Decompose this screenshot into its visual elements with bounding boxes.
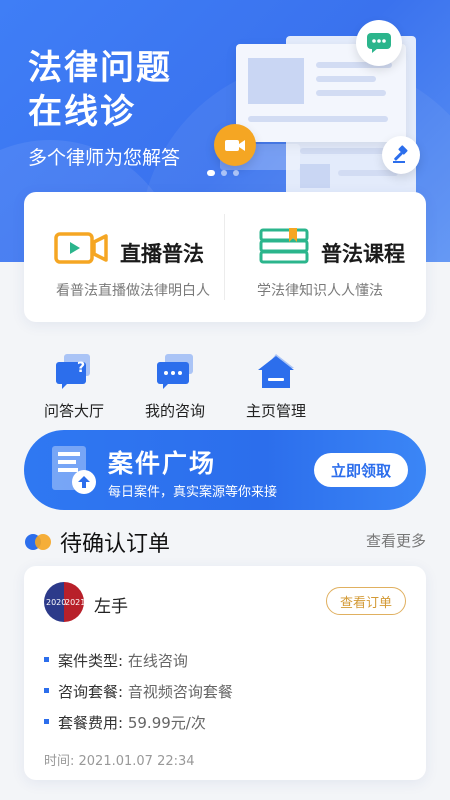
banner-subtitle: 每日案件，真实案源等你来接 xyxy=(108,485,278,500)
bullet-icon xyxy=(44,657,49,662)
gavel-icon xyxy=(382,136,420,174)
feature-law-course-title: 普法课程 xyxy=(321,242,405,266)
books-icon xyxy=(259,226,311,266)
view-more-link[interactable]: 查看更多 xyxy=(366,530,426,551)
hero-subtitle: 多个律师为您解答 xyxy=(28,147,181,169)
package-row: 咨询套餐: 音视频咨询套餐 xyxy=(44,681,233,702)
chat-bubbles-icon xyxy=(153,352,197,392)
pending-orders-header: 待确认订单 查看更多 xyxy=(24,526,426,558)
hero-title: 法律问题 在线诊 xyxy=(28,48,172,132)
feature-law-course[interactable]: 普法课程 学法律知识人人懂法 xyxy=(225,192,425,322)
document-icon xyxy=(48,442,100,498)
quick-action-label: 问答大厅 xyxy=(43,402,104,420)
feature-law-course-desc: 学法律知识人人懂法 xyxy=(257,283,383,299)
bullet-icon xyxy=(44,719,49,724)
section-title: 待确认订单 xyxy=(60,532,171,557)
feature-live-law[interactable]: 直播普法 看普法直播做法律明白人 xyxy=(24,192,224,322)
order-card[interactable]: 2020 2021 左手 查看订单 案件类型: 在线咨询 咨询套餐: 音视频咨询… xyxy=(24,566,426,780)
feature-live-law-desc: 看普法直播做法律明白人 xyxy=(56,283,210,299)
home-icon xyxy=(254,352,298,392)
quick-action-label: 我的咨询 xyxy=(144,402,205,420)
fee-row: 套餐费用: 59.99元/次 xyxy=(44,712,206,733)
chat-icon xyxy=(356,20,402,66)
svg-text:?: ? xyxy=(77,360,85,376)
quick-action-qa-hall[interactable]: ? 问答大厅 xyxy=(29,352,119,421)
bullet-icon xyxy=(44,688,49,693)
view-order-button[interactable]: 查看订单 xyxy=(326,587,406,615)
quick-action-homepage-manage[interactable]: 主页管理 xyxy=(231,352,321,421)
claim-now-button[interactable]: 立即领取 xyxy=(314,453,408,487)
carousel-indicator[interactable] xyxy=(207,170,239,176)
quick-action-my-consult[interactable]: 我的咨询 xyxy=(130,352,220,421)
video-camera-icon xyxy=(54,228,108,266)
case-type-row: 案件类型: 在线咨询 xyxy=(44,650,188,671)
section-marker-icon xyxy=(25,534,51,550)
question-chat-icon: ? xyxy=(52,352,96,392)
username: 左手 xyxy=(94,597,128,617)
avatar: 2020 2021 xyxy=(44,582,84,622)
feature-live-law-title: 直播普法 xyxy=(120,242,204,266)
video-camera-icon xyxy=(214,124,256,166)
case-square-banner[interactable]: 案件广场 每日案件，真实案源等你来接 立即领取 xyxy=(24,430,426,510)
order-time: 时间: 2021.01.07 22:34 xyxy=(44,754,195,769)
feature-card: 直播普法 看普法直播做法律明白人 普法课程 学法律知识人人懂法 xyxy=(24,192,426,322)
banner-title: 案件广场 xyxy=(108,449,217,478)
quick-action-label: 主页管理 xyxy=(245,402,306,420)
